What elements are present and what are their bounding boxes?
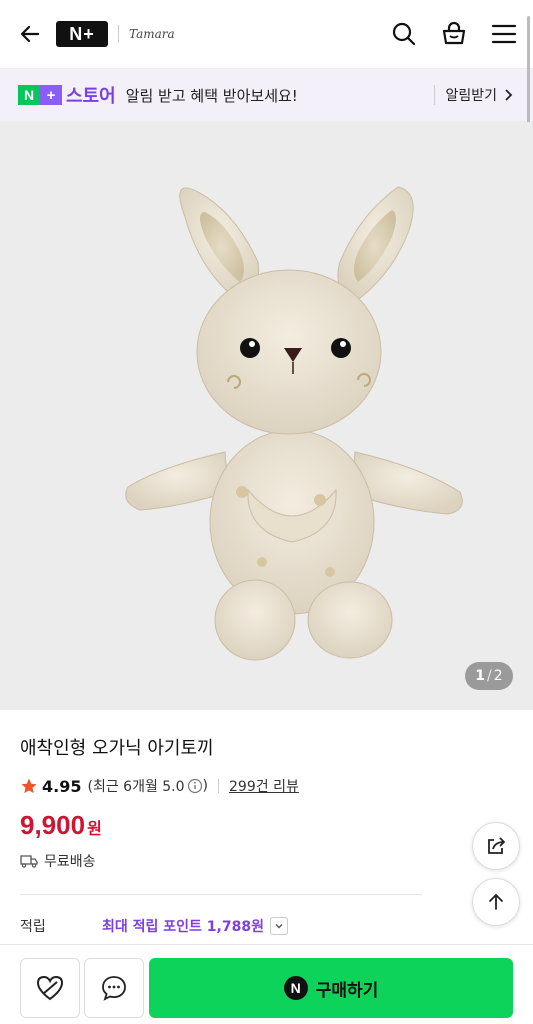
menu-icon[interactable] — [489, 19, 519, 49]
price-value: 9,900 — [20, 810, 86, 840]
recent-rating-close: ) — [202, 778, 209, 794]
chat-icon — [102, 976, 126, 1001]
section-divider — [20, 894, 422, 895]
top-header: N+ Tamara — [0, 0, 533, 68]
scroll-top-button[interactable] — [472, 878, 520, 926]
brand-logo[interactable]: Tamara — [129, 27, 175, 41]
naver-pay-icon: N — [283, 976, 308, 1000]
review-link[interactable]: 299건 리뷰 — [229, 776, 299, 796]
chevron-down-icon — [275, 924, 283, 929]
chevron-right-icon — [505, 89, 513, 101]
star-icon — [21, 778, 37, 794]
product-info: 애착인형 오가닉 아기토끼 4.95 (최근 6개월 5.0 ) 299건 리뷰… — [0, 710, 533, 871]
buy-label: 구매하기 — [315, 980, 379, 1001]
search-icon[interactable] — [389, 19, 419, 49]
subscribe-label: 알림받기 — [445, 88, 497, 104]
truck-icon — [20, 855, 38, 868]
rating-row: 4.95 (최근 6개월 5.0 ) 299건 리뷰 — [20, 776, 513, 796]
n-logo-icon: N — [18, 85, 40, 105]
info-icon[interactable] — [187, 778, 203, 794]
naver-plus-logo[interactable]: N+ — [56, 21, 108, 47]
store-label: 스토어 — [66, 86, 116, 107]
shipping-label: 무료배송 — [44, 854, 96, 870]
header-divider — [118, 25, 119, 43]
rating-score: 4.95 — [42, 776, 82, 796]
subscribe-button[interactable]: 알림받기 — [434, 85, 515, 105]
share-icon — [488, 837, 505, 854]
scrollbar[interactable] — [527, 16, 530, 128]
product-title: 애착인형 오가닉 아기토끼 — [20, 738, 214, 759]
plus-logo-icon: + — [40, 85, 62, 105]
wishlist-button[interactable] — [20, 958, 80, 1018]
arrow-up-icon — [489, 894, 503, 910]
bunny-illustration — [125, 186, 463, 661]
image-counter: 1 / 2 — [465, 662, 513, 690]
nplus-badge: N + — [18, 85, 62, 105]
chat-button[interactable] — [84, 958, 144, 1018]
buy-button[interactable]: N 구매하기 — [149, 958, 513, 1018]
recent-rating: (최근 6개월 5.0 — [87, 779, 185, 795]
bottom-action-bar: N 구매하기 — [0, 944, 533, 1024]
image-counter-total: 2 — [493, 668, 503, 684]
points-label: 적립 — [20, 919, 46, 935]
price-currency: 원 — [87, 819, 102, 838]
shipping-info: 무료배송 — [20, 851, 513, 871]
image-counter-current: 1 — [475, 668, 486, 684]
notification-banner[interactable]: N + 스토어 알림 받고 혜택 받아보세요! 알림받기 — [0, 68, 533, 122]
points-expand-button[interactable] — [269, 917, 288, 935]
back-arrow-icon[interactable] — [14, 18, 46, 50]
heart-icon — [36, 975, 64, 1001]
points-value: 최대 적립 포인트 1,788원 — [102, 919, 264, 935]
product-page: N+ Tamara N + 스토어 알림 받고 혜택 받아보세요! 알림받기 1… — [0, 0, 533, 1024]
banner-message: 알림 받고 혜택 받아보세요! — [125, 86, 298, 105]
price: 9,900 원 — [20, 810, 513, 841]
rating-separator — [218, 779, 220, 793]
header-actions — [389, 19, 519, 49]
image-counter-separator: / — [487, 668, 492, 684]
cart-icon[interactable] — [439, 19, 469, 49]
product-image[interactable]: 1 / 2 — [0, 122, 533, 710]
share-button[interactable] — [472, 822, 520, 870]
points-row: 적립 최대 적립 포인트 1,788원 — [20, 916, 288, 936]
